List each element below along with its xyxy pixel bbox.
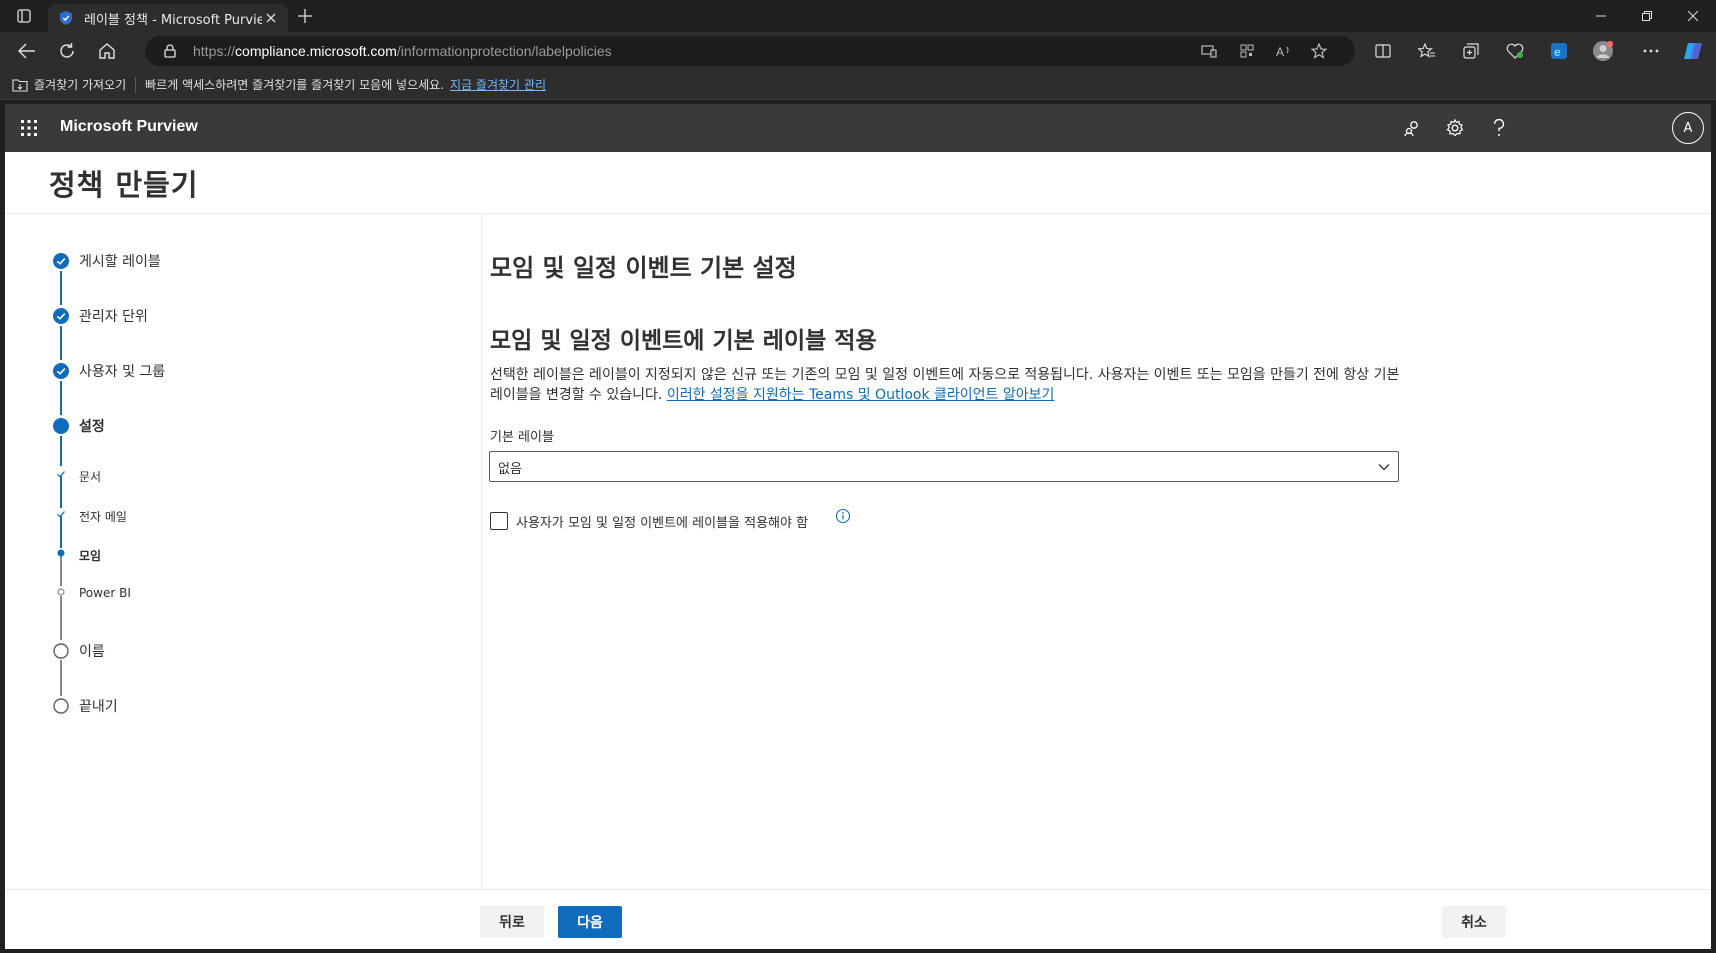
step-finish[interactable]: 끝내기 (79, 696, 118, 716)
dropdown-selected-value: 없음 (498, 462, 522, 477)
refresh-icon[interactable] (52, 38, 82, 64)
community-icon[interactable] (1398, 114, 1426, 142)
step-current-dot-icon (53, 418, 69, 434)
step-connector (60, 516, 62, 548)
substep-pending-dot-icon (57, 588, 65, 596)
favorites-manage-link[interactable]: 지금 즐겨찾기 관리 (450, 76, 546, 93)
favorites-icon[interactable] (1414, 40, 1440, 62)
step-complete-check-icon (53, 308, 69, 324)
user-avatar[interactable]: A (1672, 112, 1704, 144)
cancel-button[interactable]: 취소 (1442, 906, 1506, 938)
favorites-divider (135, 76, 137, 93)
substep-check-icon (56, 510, 66, 518)
browser-toolbar: https://compliance.microsoft.com/informa… (0, 32, 1716, 70)
step-complete-check-icon (53, 253, 69, 269)
favorite-star-icon[interactable] (1308, 41, 1330, 61)
step-connector (60, 326, 62, 360)
step-pending-circle-icon (53, 643, 69, 659)
section-heading: 모임 및 일정 이벤트 기본 설정 (490, 254, 797, 282)
browser-tab-active[interactable]: 레이블 정책 - Microsoft Purview (48, 4, 288, 32)
tab-close-icon[interactable] (262, 9, 280, 27)
page-header: 정책 만들기 (5, 152, 1711, 214)
lock-icon[interactable] (159, 41, 181, 61)
step-connector (60, 556, 62, 586)
favorites-prompt-text: 빠르게 액세스하려면 즐겨찾기를 즐겨찾기 모음에 넣으세요. (145, 78, 445, 92)
info-icon[interactable] (835, 508, 851, 524)
step-connector (60, 271, 62, 305)
step-publish-labels[interactable]: 게시할 레이블 (79, 251, 161, 271)
brand-title[interactable]: Microsoft Purview (60, 118, 198, 136)
favorites-bar: 즐겨찾기 가져오기 빠르게 액세스하려면 즐겨찾기를 즐겨찾기 모음에 넣으세요… (0, 70, 1716, 100)
require-label-checkbox[interactable] (490, 512, 508, 530)
minimize-icon[interactable] (1578, 0, 1624, 32)
favorites-import-link[interactable]: 즐겨찾기 가져오기 (34, 76, 126, 93)
substep-check-icon (56, 470, 66, 478)
learn-more-link[interactable]: 이러한 설정을 지원하는 Teams 및 Outlook 클라이언트 알아보기 (667, 387, 1055, 403)
back-arrow-icon[interactable] (12, 38, 42, 64)
qr-code-icon[interactable] (1236, 41, 1258, 61)
window-controls (1578, 0, 1716, 32)
settings-gear-icon[interactable] (1441, 114, 1469, 142)
app-launcher-icon[interactable] (17, 116, 41, 140)
default-label-field-label: 기본 레이블 (490, 430, 554, 445)
step-connector (60, 596, 62, 640)
home-icon[interactable] (92, 38, 122, 64)
step-connector (60, 381, 62, 415)
purview-app: Microsoft Purview A 정책 만들기 게시할 레이블 관리자 단… (5, 104, 1711, 949)
step-name[interactable]: 이름 (79, 641, 105, 661)
chevron-down-icon (1376, 459, 1392, 475)
split-screen-icon[interactable] (1370, 40, 1396, 62)
step-connector (60, 660, 62, 696)
url-scheme: https:// (193, 43, 236, 59)
browser-tab-strip: 레이블 정책 - Microsoft Purview (0, 0, 1716, 32)
substep-power-bi[interactable]: Power BI (79, 586, 131, 600)
tab-title: 레이블 정책 - Microsoft Purview (84, 12, 262, 28)
back-button[interactable]: 뒤로 (480, 906, 544, 938)
substep-meetings[interactable]: 모임 (79, 547, 101, 564)
new-tab-icon[interactable] (293, 6, 317, 26)
url-host: compliance.microsoft.com (235, 43, 397, 59)
step-users-groups[interactable]: 사용자 및 그룹 (79, 361, 165, 381)
collections-icon[interactable] (1458, 40, 1484, 62)
substep-email[interactable]: 전자 메일 (79, 508, 127, 525)
substep-documents[interactable]: 문서 (79, 468, 101, 485)
step-connector (60, 476, 62, 508)
help-question-icon[interactable] (1485, 114, 1513, 142)
section-description: 선택한 레이블은 레이블이 지정되지 않은 신규 또는 기존의 모임 및 일정 … (490, 365, 1400, 405)
next-button[interactable]: 다음 (558, 906, 622, 938)
address-bar[interactable]: https://compliance.microsoft.com/informa… (145, 36, 1355, 66)
step-connector (60, 436, 62, 466)
browser-essentials-icon[interactable] (1502, 40, 1528, 62)
page-title: 정책 만들기 (49, 168, 199, 202)
step-complete-check-icon (53, 363, 69, 379)
default-label-dropdown[interactable]: 없음 (489, 451, 1399, 482)
step-pending-circle-icon (53, 698, 69, 714)
app-available-icon[interactable] (1198, 41, 1220, 61)
read-aloud-icon[interactable]: A (1273, 41, 1295, 61)
copilot-icon[interactable] (1680, 40, 1706, 62)
svg-text:A: A (1276, 45, 1284, 58)
step-admin-units[interactable]: 관리자 단위 (79, 306, 148, 326)
url-path: /informationprotection/labelpolicies (396, 43, 612, 59)
more-options-icon[interactable] (1638, 40, 1664, 62)
section-subheading: 모임 및 일정 이벤트에 기본 레이블 적용 (490, 328, 877, 354)
step-settings[interactable]: 설정 (79, 416, 105, 436)
suite-header: Microsoft Purview A (5, 104, 1711, 152)
require-label-checkbox-label[interactable]: 사용자가 모임 및 일정 이벤트에 레이블을 적용해야 함 (516, 512, 808, 531)
wizard-step-nav: 게시할 레이블 관리자 단위 사용자 및 그룹 설정 문서 전자 메일 모임 P… (5, 214, 482, 889)
profile-avatar-icon[interactable] (1590, 40, 1616, 62)
restore-icon[interactable] (1624, 0, 1670, 32)
substep-current-dot-icon (57, 549, 65, 557)
svg-text:e: e (1554, 45, 1561, 59)
wizard-content: 모임 및 일정 이벤트 기본 설정 모임 및 일정 이벤트에 기본 레이블 적용… (483, 214, 1711, 889)
shield-favicon-icon (58, 10, 74, 26)
wizard-footer: 뒤로 다음 취소 (5, 889, 1711, 949)
folder-import-icon[interactable] (12, 78, 28, 92)
tab-actions-icon[interactable] (10, 6, 38, 26)
close-window-icon[interactable] (1670, 0, 1716, 32)
edge-sidebar-icon[interactable]: e (1546, 40, 1572, 62)
url-text: https://compliance.microsoft.com/informa… (193, 43, 612, 59)
